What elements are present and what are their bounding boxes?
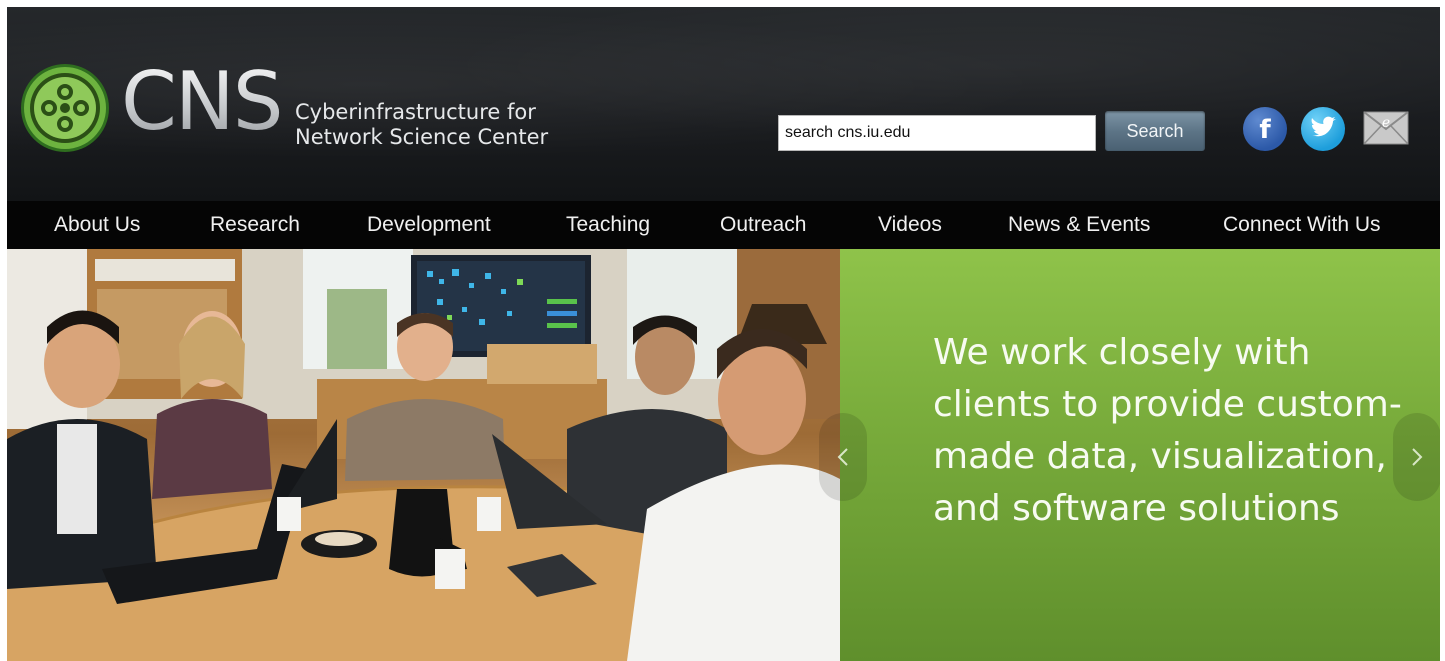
hero-headline: We work closely with clients to provide … (933, 332, 1402, 529)
main-nav: About Us Research Development Teaching O… (7, 201, 1440, 249)
logo-subtitle-line1: Cyberinfrastructure for (295, 100, 536, 124)
hero-slider: We work closely with clients to provide … (7, 249, 1440, 661)
nav-item-news-events[interactable]: News & Events (1008, 201, 1150, 249)
nav-item-outreach[interactable]: Outreach (720, 201, 806, 249)
facebook-link[interactable]: f (1243, 107, 1287, 151)
logo-wordmark: CNS (121, 52, 283, 152)
chevron-right-icon (1412, 448, 1423, 466)
email-glyph: e (1382, 115, 1390, 131)
slider-prev-button[interactable] (819, 413, 867, 501)
page-frame: CNS Cyberinfrastructure for Network Scie… (7, 7, 1440, 661)
nav-item-videos[interactable]: Videos (878, 201, 942, 249)
email-link[interactable]: e (1363, 111, 1409, 145)
chevron-left-icon (837, 448, 848, 466)
logo-subtitle-line2: Network Science Center (295, 125, 549, 149)
nav-item-research[interactable]: Research (210, 201, 300, 249)
nav-item-development[interactable]: Development (367, 201, 491, 249)
logo-subtitle: Cyberinfrastructure for Network Science … (295, 100, 548, 150)
search-button[interactable]: Search (1105, 111, 1205, 151)
team-meeting-illustration (7, 249, 840, 661)
nav-item-about-us[interactable]: About Us (54, 201, 140, 249)
email-icon: e (1363, 111, 1409, 145)
twitter-link[interactable] (1301, 107, 1345, 151)
hero-photo (7, 249, 840, 661)
nav-item-teaching[interactable]: Teaching (566, 201, 650, 249)
search-input[interactable] (778, 115, 1096, 151)
slider-next-button[interactable] (1393, 413, 1440, 501)
hero-message-panel: We work closely with clients to provide … (840, 249, 1440, 661)
twitter-icon (1311, 116, 1336, 137)
nav-item-connect-with-us[interactable]: Connect With Us (1223, 201, 1381, 249)
site-header: CNS Cyberinfrastructure for Network Scie… (7, 7, 1440, 201)
site-logo[interactable]: CNS Cyberinfrastructure for Network Scie… (19, 55, 579, 162)
cns-logo-icon (21, 64, 109, 152)
facebook-glyph: f (1259, 115, 1271, 145)
facebook-icon: f (1259, 115, 1271, 145)
